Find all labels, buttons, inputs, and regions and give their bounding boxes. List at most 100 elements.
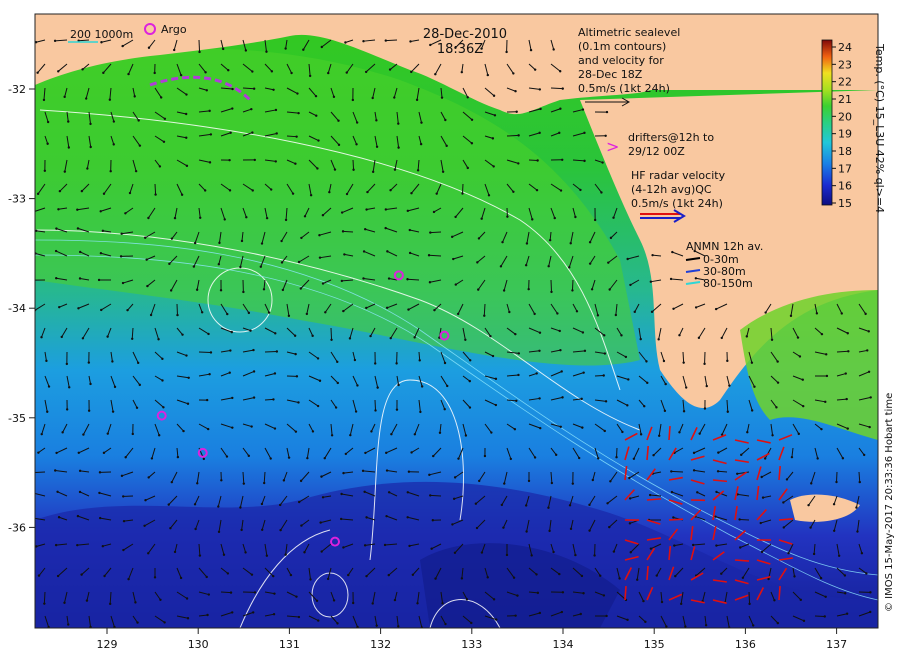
velocity-arrow-head	[108, 98, 112, 101]
velocity-arrow-head	[406, 491, 409, 494]
velocity-arrow-head	[582, 592, 585, 595]
velocity-arrow-head	[362, 39, 365, 43]
velocity-arrow-head	[639, 337, 642, 341]
velocity-arrow-head	[43, 169, 47, 172]
velocity-arrow-head	[480, 551, 484, 554]
velocity-arrow-head	[865, 572, 868, 575]
velocity-arrow-head	[294, 430, 298, 433]
velocity-arrow-head	[577, 456, 581, 460]
velocity-arrow-head	[643, 405, 646, 408]
velocity-arrow-head	[669, 277, 673, 281]
velocity-arrow-head	[290, 71, 293, 75]
anmn-label-80-150: 80-150m	[703, 277, 753, 290]
velocity-arrow-head	[299, 479, 303, 483]
velocity-arrow-head	[37, 451, 40, 454]
velocity-arrow-head	[771, 434, 774, 437]
velocity-arrow-head	[161, 357, 164, 361]
velocity-arrow-head	[812, 552, 816, 556]
velocity-arrow-head	[278, 503, 282, 507]
velocity-arrow-head	[184, 112, 188, 116]
velocity-arrow-head	[111, 410, 115, 413]
velocity-arrow	[483, 303, 486, 316]
velocity-arrow-head	[416, 169, 420, 172]
velocity-arrow-head	[249, 329, 252, 332]
velocity-arrow-head	[297, 260, 301, 264]
velocity-arrow-head	[802, 619, 806, 623]
velocity-arrow-head	[776, 360, 779, 363]
velocity-arrow-head	[845, 612, 849, 615]
velocity-arrow-head	[810, 482, 813, 485]
velocity-arrow-head	[385, 306, 389, 310]
velocity-arrow-head	[726, 410, 729, 413]
velocity-arrow-head	[600, 191, 603, 194]
velocity-arrow-head	[588, 503, 591, 507]
velocity-arrow-head	[265, 216, 269, 220]
velocity-arrow-head	[432, 454, 435, 458]
velocity-arrow-head	[245, 215, 248, 219]
velocity-arrow-head	[464, 434, 468, 437]
colorbar-tick-label: 19	[838, 128, 852, 141]
velocity-arrow-head	[149, 313, 153, 317]
velocity-arrow-head	[457, 457, 460, 460]
velocity-arrow-head	[337, 143, 341, 147]
velocity-arrow-head	[252, 611, 255, 614]
velocity-arrow-head	[186, 617, 190, 620]
altimetry-line-2: (0.1m contours)	[578, 40, 666, 53]
velocity-arrow-head	[84, 97, 88, 100]
velocity-arrow-head	[538, 611, 542, 615]
velocity-arrow-head	[169, 289, 173, 292]
velocity-arrow-head	[569, 242, 572, 245]
velocity-arrow-head	[491, 354, 495, 358]
velocity-arrow-head	[789, 314, 793, 318]
velocity-arrow-head	[67, 623, 70, 626]
velocity-arrow-head	[559, 348, 562, 352]
velocity-arrow-head	[159, 598, 162, 601]
velocity-arrow-head	[604, 400, 608, 403]
velocity-arrow-head	[480, 217, 483, 220]
velocity-arrow-head	[362, 250, 366, 253]
velocity-arrow-head	[320, 475, 323, 478]
velocity-arrow-head	[353, 358, 357, 362]
velocity-arrow-head	[590, 288, 594, 291]
velocity-arrow-head	[775, 406, 778, 409]
velocity-arrow-head	[300, 524, 303, 527]
velocity-arrow-head	[535, 188, 539, 192]
colorbar-tick-label: 20	[838, 110, 852, 123]
velocity-arrow-head	[697, 336, 701, 340]
velocity-arrow-head	[269, 457, 272, 460]
velocity-arrow-head	[796, 336, 800, 339]
velocity-arrow-head	[626, 404, 629, 407]
velocity-arrow-head	[247, 311, 251, 315]
x-tick-label: 133	[461, 638, 482, 651]
velocity-arrow-head	[568, 504, 572, 507]
velocity-arrow-head	[646, 381, 649, 385]
velocity-arrow-head	[538, 331, 542, 334]
velocity-arrow	[461, 183, 464, 194]
velocity-arrow-head	[361, 469, 365, 473]
velocity-arrow-head	[582, 371, 585, 374]
velocity-arrow-head	[413, 433, 417, 436]
velocity-arrow-head	[63, 95, 66, 99]
velocity-arrow-head	[410, 451, 413, 454]
velocity-arrow-head	[607, 261, 610, 264]
velocity-arrow-head	[131, 337, 134, 340]
velocity-arrow-head	[320, 550, 323, 553]
velocity-arrow-head	[253, 158, 256, 162]
velocity-arrow-head	[250, 573, 254, 576]
velocity-arrow-head	[554, 453, 558, 457]
velocity-arrow-head	[309, 194, 313, 197]
velocity-arrow-head	[468, 379, 471, 383]
velocity-arrow-head	[773, 599, 776, 602]
velocity-arrow-head	[196, 482, 199, 485]
velocity-arrow-head	[231, 87, 234, 91]
velocity-arrow-head	[427, 254, 431, 257]
velocity-arrow-head	[764, 311, 767, 314]
velocity-arrow-head	[581, 331, 585, 334]
velocity-arrow-head	[820, 427, 823, 431]
velocity-arrow-head	[355, 143, 358, 146]
velocity-arrow-head	[787, 551, 790, 555]
velocity-arrow-head	[685, 386, 688, 389]
velocity-arrow-head	[698, 432, 701, 435]
x-tick-label: 130	[188, 638, 209, 651]
velocity-arrow-head	[552, 550, 555, 554]
